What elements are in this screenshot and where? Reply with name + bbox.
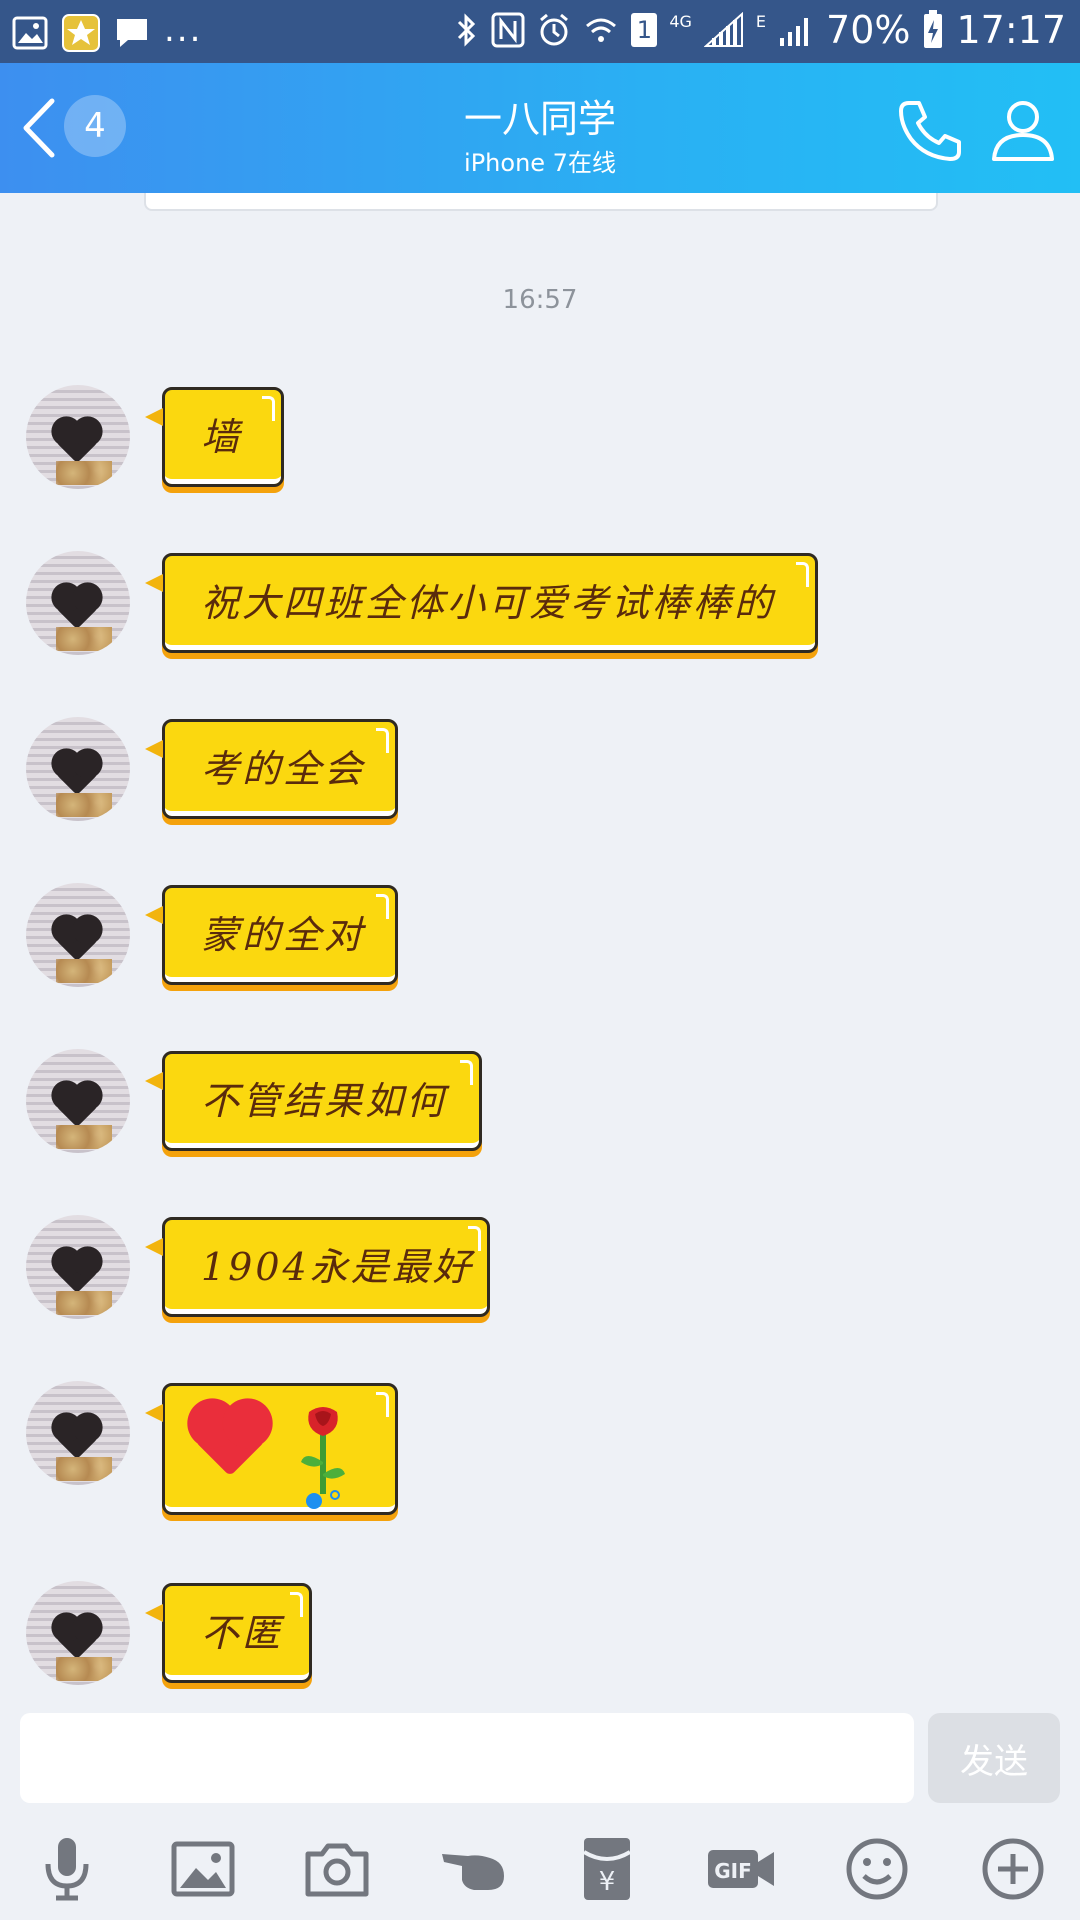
input-toolbar: ¥ GIF [0, 1820, 1080, 1920]
status-bar: ... 1 4G E 70% 17:17 [0, 0, 1080, 63]
message-input[interactable] [20, 1713, 914, 1803]
message-timestamp: 16:57 [502, 285, 578, 315]
message-text: 蒙的全对 [201, 913, 366, 957]
rose-emoji [301, 1407, 345, 1494]
gallery-icon [12, 16, 48, 50]
sender-avatar[interactable] [26, 717, 130, 821]
nfc-icon [491, 12, 525, 48]
more-notifications: ... [164, 10, 203, 50]
message-text: 考的全会 [201, 747, 366, 791]
emoji-message-bubble[interactable] [145, 1383, 398, 1515]
battery-percent: 70% [826, 8, 911, 52]
message-bubble[interactable]: 墙 [145, 387, 284, 487]
sender-avatar[interactable] [26, 1581, 130, 1685]
typing-indicator-dot [306, 1493, 322, 1509]
message-bubble[interactable]: 考的全会 [145, 719, 398, 819]
star-app-icon [62, 14, 100, 52]
sender-avatar[interactable] [26, 1381, 130, 1485]
sim-slot-badge: 1 [631, 13, 658, 47]
message-bubble[interactable]: 蒙的全对 [145, 885, 398, 985]
message-text: 不匿 [201, 1611, 284, 1655]
wifi-icon [586, 18, 617, 42]
microphone-icon[interactable] [32, 1834, 102, 1904]
signal-icon-2 [780, 18, 809, 46]
message-bubble[interactable]: 1904永是最好 [145, 1217, 490, 1317]
sender-avatar[interactable] [26, 551, 130, 655]
phone-call-icon[interactable] [895, 95, 965, 165]
battery-charging-icon [924, 10, 943, 48]
sender-avatar[interactable] [26, 883, 130, 987]
message-text: 不管结果如何 [201, 1079, 448, 1123]
heart-emoji [194, 1405, 266, 1477]
signal-icon [703, 12, 743, 47]
previous-message-card[interactable] [144, 193, 938, 211]
clock: 17:17 [956, 8, 1066, 52]
sender-avatar[interactable] [26, 1215, 130, 1319]
message-text: 祝大四班全体小可爱考试棒棒的 [201, 581, 776, 625]
sender-avatar[interactable] [26, 1049, 130, 1153]
network-type-4g: 4G [669, 12, 692, 31]
send-button[interactable]: 发送 [928, 1713, 1060, 1803]
alarm-icon [540, 13, 569, 46]
svg-text:¥: ¥ [599, 1867, 616, 1897]
typing-indicator-ring [330, 1490, 340, 1500]
chat-header: 4 一八同学 iPhone 7在线 [0, 63, 1080, 193]
emoji-icon[interactable] [842, 1834, 912, 1904]
message-icon [117, 19, 147, 47]
message-text: 1904永是最好 [201, 1245, 474, 1289]
message-text: 墙 [201, 415, 243, 459]
message-bubble[interactable]: 祝大四班全体小可爱考试棒棒的 [145, 553, 818, 653]
bluetooth-icon [458, 13, 476, 47]
sender-avatar[interactable] [26, 385, 130, 489]
chat-messages[interactable]: 16:57 墙 祝大四班全体小可爱考试棒棒的 考的全会 蒙的全对 不管结果如何 … [0, 193, 1080, 1713]
red-packet-icon[interactable]: ¥ [572, 1834, 642, 1904]
image-icon[interactable] [168, 1834, 238, 1904]
message-bubble[interactable]: 不管结果如何 [145, 1051, 482, 1151]
network-type-e: E [755, 12, 767, 31]
plus-icon[interactable] [978, 1834, 1048, 1904]
camera-icon[interactable] [302, 1834, 372, 1904]
message-bubble[interactable]: 不匿 [145, 1583, 312, 1683]
poke-icon[interactable] [438, 1834, 508, 1904]
gif-icon[interactable]: GIF [706, 1834, 776, 1904]
svg-text:GIF: GIF [714, 1859, 752, 1883]
profile-icon[interactable] [988, 95, 1058, 165]
